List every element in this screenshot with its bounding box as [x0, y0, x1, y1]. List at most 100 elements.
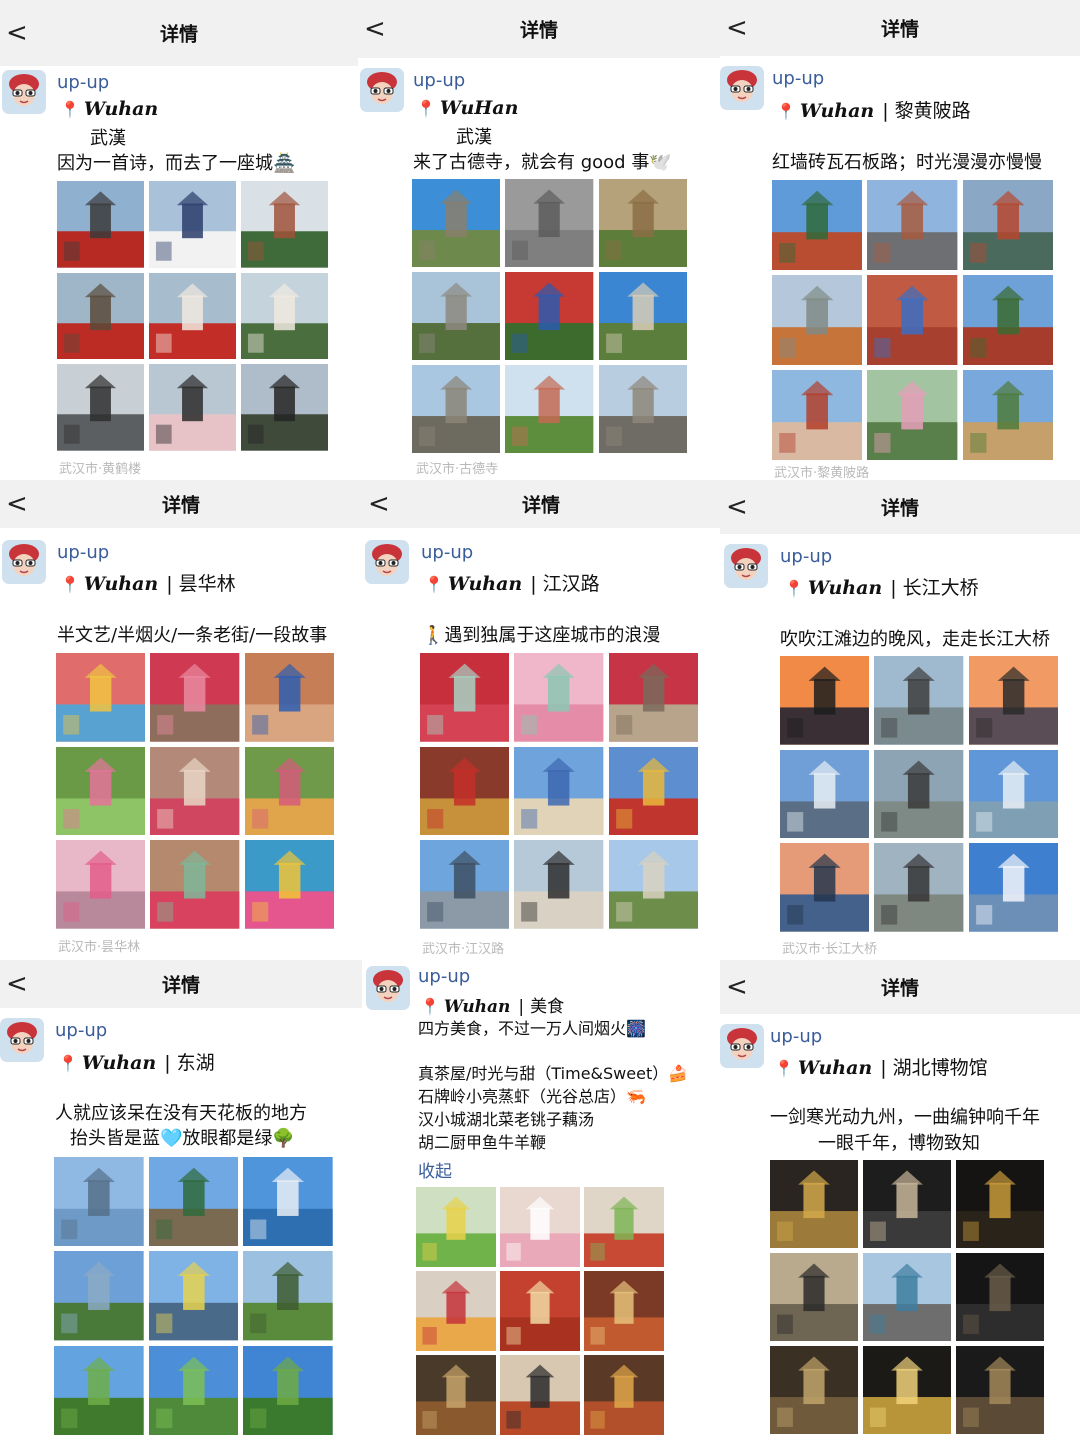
- photo-thumbnail[interactable]: [962, 275, 1053, 365]
- photo-thumbnail[interactable]: [56, 653, 146, 742]
- username-link[interactable]: up-up: [55, 1020, 107, 1041]
- photo-thumbnail[interactable]: [150, 746, 240, 836]
- photo-thumbnail[interactable]: [416, 1271, 496, 1351]
- photo-thumbnail[interactable]: [867, 370, 958, 460]
- photo-thumbnail[interactable]: [956, 1253, 1044, 1341]
- photo-thumbnail[interactable]: [874, 749, 964, 839]
- photo-thumbnail[interactable]: [867, 275, 958, 365]
- photo-thumbnail[interactable]: [770, 1346, 858, 1434]
- photo-thumbnail[interactable]: [770, 1160, 858, 1248]
- photo-thumbnail[interactable]: [54, 1345, 144, 1435]
- photo-thumbnail[interactable]: [243, 1251, 333, 1341]
- photo-thumbnail[interactable]: [962, 180, 1053, 270]
- photo-thumbnail[interactable]: [54, 1251, 144, 1341]
- photo-thumbnail[interactable]: [772, 370, 863, 460]
- photo-thumbnail[interactable]: [962, 370, 1053, 460]
- photo-thumbnail[interactable]: [863, 1160, 951, 1248]
- photo-thumbnail[interactable]: [780, 656, 870, 745]
- photo-thumbnail[interactable]: [148, 1345, 239, 1435]
- photo-thumbnail[interactable]: [608, 840, 698, 929]
- photo-thumbnail[interactable]: [244, 746, 334, 836]
- photo-thumbnail[interactable]: [968, 843, 1058, 932]
- photo-thumbnail[interactable]: [770, 1253, 858, 1341]
- photo-thumbnail[interactable]: [584, 1271, 664, 1351]
- photo-thumbnail[interactable]: [772, 275, 863, 365]
- photo-thumbnail[interactable]: [514, 746, 604, 836]
- photo-thumbnail[interactable]: [243, 1345, 333, 1435]
- username-link[interactable]: up-up: [780, 546, 832, 567]
- photo-thumbnail[interactable]: [598, 365, 687, 453]
- collapse-link[interactable]: 收起: [418, 1157, 452, 1182]
- photo-thumbnail[interactable]: [514, 840, 604, 929]
- photo-thumbnail[interactable]: [148, 1157, 239, 1247]
- avatar[interactable]: [2, 70, 46, 114]
- location-footer[interactable]: 武汉市·黄鹤楼: [59, 458, 141, 477]
- avatar[interactable]: [724, 544, 768, 588]
- avatar[interactable]: [720, 1024, 764, 1068]
- photo-thumbnail[interactable]: [412, 365, 501, 453]
- avatar[interactable]: [366, 966, 410, 1010]
- avatar[interactable]: [2, 540, 46, 584]
- location-footer[interactable]: 武汉市·昙华林: [58, 936, 140, 955]
- location-footer[interactable]: 武汉市·江汉路: [422, 938, 504, 957]
- photo-thumbnail[interactable]: [241, 364, 328, 451]
- photo-thumbnail[interactable]: [57, 272, 144, 360]
- username-link[interactable]: up-up: [772, 68, 824, 89]
- photo-thumbnail[interactable]: [420, 840, 510, 929]
- photo-thumbnail[interactable]: [608, 746, 698, 836]
- photo-thumbnail[interactable]: [57, 181, 144, 268]
- avatar[interactable]: [360, 68, 404, 112]
- avatar[interactable]: [0, 1018, 44, 1062]
- location-footer[interactable]: 武汉市·长江大桥: [782, 938, 877, 957]
- photo-thumbnail[interactable]: [780, 843, 870, 932]
- photo-thumbnail[interactable]: [968, 749, 1058, 839]
- photo-thumbnail[interactable]: [149, 181, 236, 268]
- location-footer[interactable]: 武汉市·古德寺: [416, 458, 498, 477]
- photo-thumbnail[interactable]: [150, 840, 240, 929]
- photo-thumbnail[interactable]: [863, 1253, 951, 1341]
- photo-thumbnail[interactable]: [874, 656, 964, 745]
- photo-thumbnail[interactable]: [874, 843, 964, 932]
- photo-thumbnail[interactable]: [514, 653, 604, 742]
- photo-thumbnail[interactable]: [57, 364, 144, 451]
- username-link[interactable]: up-up: [421, 542, 473, 563]
- photo-thumbnail[interactable]: [968, 656, 1058, 745]
- photo-thumbnail[interactable]: [244, 840, 334, 929]
- photo-thumbnail[interactable]: [150, 653, 240, 742]
- photo-thumbnail[interactable]: [584, 1355, 664, 1435]
- photo-thumbnail[interactable]: [867, 180, 958, 270]
- photo-thumbnail[interactable]: [149, 364, 236, 451]
- photo-thumbnail[interactable]: [500, 1187, 580, 1267]
- photo-thumbnail[interactable]: [54, 1157, 144, 1247]
- location-footer[interactable]: 武汉市·黎黄陂路: [774, 462, 869, 478]
- photo-thumbnail[interactable]: [56, 746, 146, 836]
- photo-thumbnail[interactable]: [149, 272, 236, 360]
- photo-thumbnail[interactable]: [241, 181, 328, 268]
- username-link[interactable]: up-up: [418, 966, 470, 987]
- avatar[interactable]: [720, 66, 764, 110]
- photo-thumbnail[interactable]: [56, 840, 146, 929]
- photo-thumbnail[interactable]: [416, 1187, 496, 1267]
- username-link[interactable]: up-up: [57, 72, 109, 93]
- photo-thumbnail[interactable]: [584, 1187, 664, 1267]
- photo-thumbnail[interactable]: [500, 1271, 580, 1351]
- photo-thumbnail[interactable]: [420, 746, 510, 836]
- photo-thumbnail[interactable]: [505, 179, 594, 267]
- photo-thumbnail[interactable]: [420, 653, 510, 742]
- username-link[interactable]: up-up: [770, 1026, 822, 1047]
- photo-thumbnail[interactable]: [863, 1346, 951, 1434]
- photo-thumbnail[interactable]: [148, 1251, 239, 1341]
- photo-thumbnail[interactable]: [412, 272, 501, 360]
- username-link[interactable]: up-up: [413, 70, 465, 91]
- photo-thumbnail[interactable]: [598, 179, 687, 267]
- photo-thumbnail[interactable]: [608, 653, 698, 742]
- photo-thumbnail[interactable]: [598, 272, 687, 360]
- photo-thumbnail[interactable]: [244, 653, 334, 742]
- photo-thumbnail[interactable]: [772, 180, 863, 270]
- photo-thumbnail[interactable]: [412, 179, 501, 267]
- photo-thumbnail[interactable]: [505, 365, 594, 453]
- photo-thumbnail[interactable]: [500, 1355, 580, 1435]
- photo-thumbnail[interactable]: [780, 749, 870, 839]
- photo-thumbnail[interactable]: [956, 1160, 1044, 1248]
- username-link[interactable]: up-up: [57, 542, 109, 563]
